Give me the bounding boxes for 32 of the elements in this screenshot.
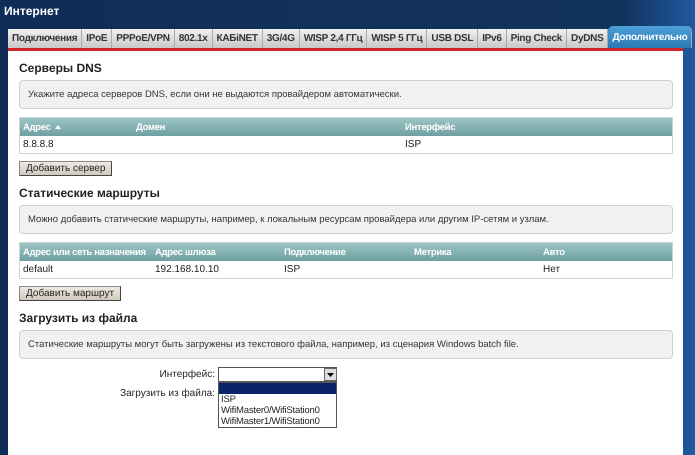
tab[interactable]: WISP 2,4 ГГц — [300, 29, 368, 48]
interface-select[interactable] — [218, 367, 337, 382]
tab[interactable]: IPoE — [82, 29, 112, 48]
table-cell-text: 8.8.8.8 — [22, 139, 55, 150]
info-note: Статические маршруты могут быть загружены из текстового файла, например, из сценария Windows batch file. — [19, 330, 673, 359]
tab[interactable]: IPv6 — [478, 29, 507, 48]
add-server-button[interactable]: Добавить сервер — [19, 161, 112, 176]
add-route-button[interactable]: Добавить маршрут — [19, 286, 122, 301]
table-cell-text: ISP — [404, 139, 422, 150]
tab[interactable]: КАБiNET — [212, 29, 263, 48]
tab[interactable]: Дополнительно — [608, 26, 692, 48]
sort-arrow-icon — [54, 125, 61, 129]
tab[interactable]: Подключения — [8, 29, 82, 48]
field-label: Интерфейс: — [160, 369, 215, 380]
section-heading: Серверы DNS — [19, 61, 103, 75]
window-title: Интернет — [3, 3, 60, 20]
tab[interactable]: USB DSL — [427, 29, 478, 48]
tab[interactable]: DyDNS — [567, 29, 608, 48]
tab[interactable]: WISP 5 ГГц — [367, 29, 428, 48]
table-cell-text: default — [22, 264, 54, 275]
section-heading: Статические маршруты — [19, 186, 161, 200]
info-note: Можно добавить статические маршруты, например, к локальным ресурсам провайдера или другим IP-сетям и узлам. — [19, 205, 673, 234]
table-cell-text: 192.168.10.10 — [154, 264, 220, 275]
table-cell-text: Нет — [542, 264, 562, 275]
tab[interactable]: PPPoE/VPN — [112, 29, 175, 48]
table-cell-text: ISP — [283, 264, 302, 275]
section-heading: Загрузить из файла — [19, 311, 138, 325]
tab[interactable]: 802.1x — [174, 29, 213, 48]
field-label: Загрузить из файла: — [120, 388, 215, 399]
info-note: Укажите адреса серверов DNS, если они не выдаются провайдером автоматически. — [19, 80, 673, 109]
tab[interactable]: Ping Check — [506, 29, 568, 48]
tab[interactable]: 3G/4G — [262, 29, 300, 48]
